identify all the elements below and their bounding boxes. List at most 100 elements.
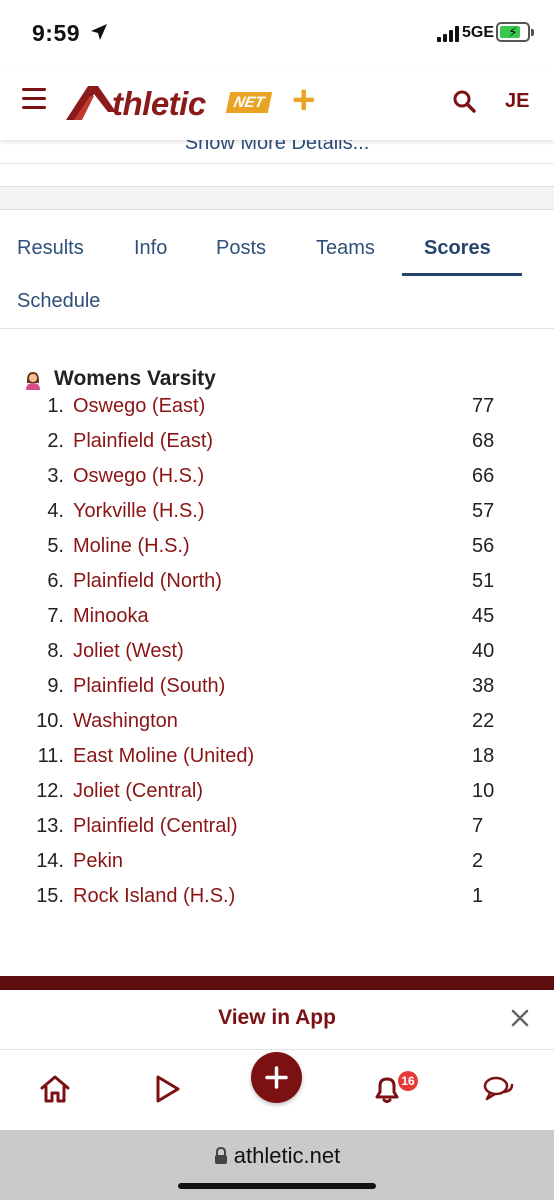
footer-bar — [0, 976, 554, 990]
battery-icon: ⚡ — [496, 22, 534, 42]
play-icon[interactable] — [150, 1072, 184, 1106]
female-runner-icon — [26, 372, 40, 390]
hamburger-menu-icon[interactable] — [22, 88, 46, 110]
score-rank: 1. — [47, 395, 64, 417]
score-row: 10. Washington 22 — [0, 710, 554, 745]
status-bar: 9:59 5GE ⚡ — [0, 0, 554, 66]
team-link[interactable]: Joliet (Central) — [73, 780, 203, 803]
score-rank: 9. — [47, 675, 64, 697]
tab-schedule[interactable]: Schedule — [17, 290, 100, 313]
score-rank: 7. — [47, 605, 64, 627]
team-link[interactable]: Oswego (H.S.) — [73, 465, 204, 488]
user-avatar[interactable]: JE — [505, 90, 529, 113]
score-row: 3. Oswego (H.S.) 66 — [0, 465, 554, 500]
tab-scores[interactable]: Scores — [424, 237, 491, 260]
score-points: 18 — [472, 745, 495, 767]
score-points: 56 — [472, 535, 495, 557]
score-rank: 11. — [37, 745, 64, 767]
score-rank: 2. — [47, 430, 64, 452]
score-points: 1 — [472, 885, 484, 907]
url-text: athletic.net — [233, 1143, 341, 1168]
team-link[interactable]: Moline (H.S.) — [73, 535, 190, 558]
score-row: 14. Pekin 2 — [0, 850, 554, 885]
score-points: 40 — [472, 640, 495, 662]
browser-url-bar[interactable]: athletic.net — [0, 1130, 554, 1200]
team-link[interactable]: Plainfield (South) — [73, 675, 225, 698]
team-link[interactable]: Yorkville (H.S.) — [73, 500, 205, 523]
score-row: 13. Plainfield (Central) 7 — [0, 815, 554, 850]
score-rank: 3. — [47, 465, 64, 487]
notification-badge: 16 — [398, 1071, 418, 1091]
score-points: 77 — [472, 395, 495, 417]
score-row: 7. Minooka 45 — [0, 605, 554, 640]
network-label: 5GE — [462, 24, 495, 41]
lock-icon — [214, 1147, 227, 1164]
score-rank: 4. — [47, 500, 64, 522]
section-separator — [0, 186, 554, 210]
add-button[interactable] — [251, 1052, 302, 1103]
score-points: 51 — [472, 570, 495, 592]
team-link[interactable]: Pekin — [73, 850, 123, 873]
team-link[interactable]: Plainfield (Central) — [73, 815, 238, 838]
score-rank: 5. — [47, 535, 64, 557]
chat-icon[interactable] — [482, 1072, 516, 1106]
divider — [0, 163, 554, 164]
search-icon[interactable] — [452, 89, 476, 113]
score-rank: 12. — [36, 780, 64, 802]
plus-icon — [265, 1066, 288, 1089]
score-rank: 8. — [47, 640, 64, 662]
divider — [0, 328, 554, 329]
team-link[interactable]: Plainfield (North) — [73, 570, 222, 593]
team-link[interactable]: Washington — [73, 710, 178, 733]
tab-teams[interactable]: Teams — [316, 237, 375, 260]
home-icon[interactable] — [38, 1072, 72, 1106]
team-link[interactable]: Joliet (West) — [73, 640, 184, 663]
score-points: 45 — [472, 605, 495, 627]
team-link[interactable]: Oswego (East) — [73, 395, 205, 418]
score-row: 5. Moline (H.S.) 56 — [0, 535, 554, 570]
tab-info[interactable]: Info — [134, 237, 167, 260]
score-rank: 6. — [47, 570, 64, 592]
view-in-app-button[interactable]: View in App — [0, 1006, 554, 1030]
logo-net-badge: NET — [225, 92, 273, 113]
site-header: thletic NET + JE — [0, 66, 554, 140]
team-link[interactable]: East Moline (United) — [73, 745, 254, 768]
score-rank: 15. — [36, 885, 64, 907]
tab-results[interactable]: Results — [17, 237, 84, 260]
score-row: 8. Joliet (West) 40 — [0, 640, 554, 675]
score-row: 4. Yorkville (H.S.) 57 — [0, 500, 554, 535]
team-link[interactable]: Plainfield (East) — [73, 430, 213, 453]
score-rank: 13. — [36, 815, 64, 837]
score-row: 1. Oswego (East) 77 — [0, 395, 554, 430]
score-row: 12. Joliet (Central) 10 — [0, 780, 554, 815]
team-link[interactable]: Rock Island (H.S.) — [73, 885, 235, 908]
meet-tabs: Results Info Posts Teams Scores Schedule — [0, 211, 554, 329]
active-tab-indicator — [402, 273, 522, 276]
score-points: 22 — [472, 710, 495, 732]
logo-plus: + — [292, 78, 316, 122]
score-points: 2 — [472, 850, 484, 872]
score-rank: 14. — [36, 850, 64, 872]
status-time: 9:59 — [32, 20, 81, 46]
close-icon[interactable] — [510, 1008, 530, 1028]
team-link[interactable]: Minooka — [73, 605, 149, 628]
score-row: 15. Rock Island (H.S.) 1 — [0, 885, 554, 920]
athletic-net-logo[interactable]: thletic NET + — [64, 78, 334, 124]
location-arrow-icon — [91, 24, 107, 40]
tab-posts[interactable]: Posts — [216, 237, 266, 260]
score-points: 68 — [472, 430, 495, 452]
score-row: 11. East Moline (United) 18 — [0, 745, 554, 780]
score-row: 6. Plainfield (North) 51 — [0, 570, 554, 605]
app-banner: View in App — [0, 990, 554, 1050]
score-points: 7 — [472, 815, 484, 837]
score-points: 57 — [472, 500, 495, 522]
section-title: Womens Varsity — [54, 367, 216, 390]
score-points: 38 — [472, 675, 495, 697]
score-rank: 10. — [36, 710, 64, 732]
score-row: 2. Plainfield (East) 68 — [0, 430, 554, 465]
signal-icon — [437, 26, 459, 42]
score-points: 10 — [472, 780, 495, 802]
score-row: 9. Plainfield (South) 38 — [0, 675, 554, 710]
logo-text: thletic — [112, 85, 206, 122]
home-indicator — [178, 1183, 376, 1189]
